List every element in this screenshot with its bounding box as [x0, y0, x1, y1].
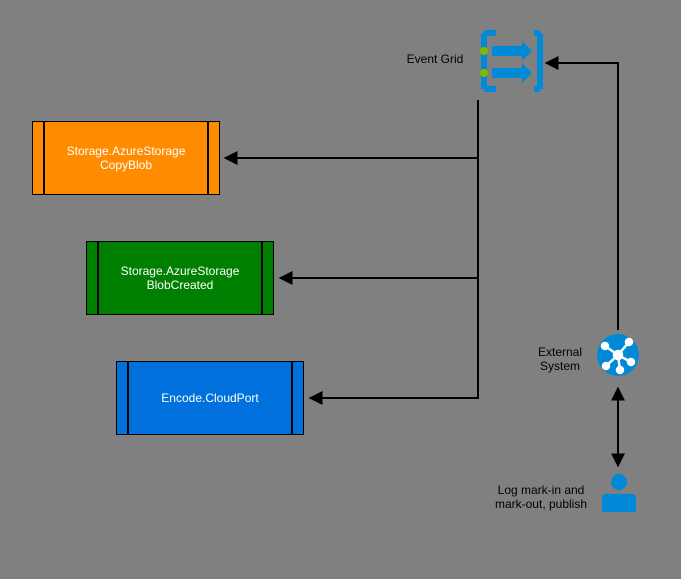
encode-cloudport-node: Encode.CloudPort [116, 361, 304, 435]
event-grid-label: Event Grid [400, 52, 470, 66]
user-action-label: Log mark-in and mark-out, publish [492, 483, 590, 511]
storage-blobcreated-node: Storage.AzureStorage BlobCreated [86, 241, 274, 315]
storage-blobcreated-label-1: Storage.AzureStorage [121, 264, 240, 278]
storage-copyblob-label-1: Storage.AzureStorage [67, 144, 186, 158]
event-grid-icon [478, 27, 546, 100]
external-system-icon [595, 332, 641, 383]
storage-blobcreated-label-2: BlobCreated [121, 278, 240, 292]
encode-cloudport-label: Encode.CloudPort [161, 391, 258, 405]
storage-copyblob-node: Storage.AzureStorage CopyBlob [32, 121, 220, 195]
storage-copyblob-label-2: CopyBlob [67, 158, 186, 172]
external-system-label: External System [530, 345, 590, 373]
user-icon [598, 470, 640, 517]
